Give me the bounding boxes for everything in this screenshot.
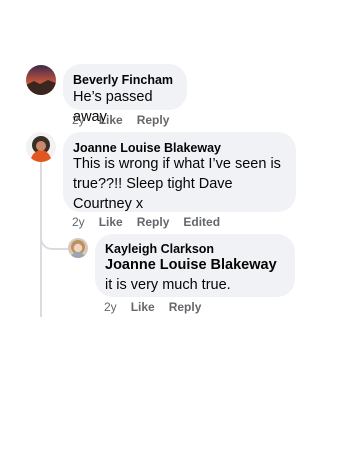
like-button[interactable]: Like [131,300,155,314]
comment-text-block: Joanne Louise Blakeway it is very much t… [105,255,287,295]
comment-timestamp[interactable]: 2y [72,113,85,127]
edited-label[interactable]: Edited [183,215,220,229]
comment-actions: 2y Like Reply [72,113,169,127]
mention-link[interactable]: Joanne Louise Blakeway [105,257,277,273]
avatar-image [26,132,56,162]
thread-connector [40,232,68,250]
comment-text: it is very much true. [105,277,231,293]
like-button[interactable]: Like [99,113,123,127]
comment-timestamp[interactable]: 2y [72,215,85,229]
avatar-kayleigh-clarkson[interactable] [68,238,88,258]
reply-button[interactable]: Reply [137,113,170,127]
comment-timestamp[interactable]: 2y [104,300,117,314]
comment-bubble-joanne: Joanne Louise Blakeway This is wrong if … [63,132,296,212]
avatar-beverly-fincham[interactable] [26,65,56,95]
reply-button[interactable]: Reply [137,215,170,229]
avatar-image [68,238,88,258]
comment-bubble-kayleigh: Kayleigh Clarkson Joanne Louise Blakeway… [95,234,295,297]
comment-text: This is wrong if what I’ve seen is true?… [73,156,281,212]
comment-actions: 2y Like Reply Edited [72,215,220,229]
comment-author[interactable]: Beverly Fincham [73,72,173,88]
comment-bubble-beverly: Beverly Fincham He’s passed away [63,64,187,125]
avatar-joanne-louise-blakeway[interactable] [26,132,56,162]
reply-button[interactable]: Reply [169,300,202,314]
like-button[interactable]: Like [99,215,123,229]
comment-actions: 2y Like Reply [104,300,201,314]
avatar-image [26,65,56,95]
